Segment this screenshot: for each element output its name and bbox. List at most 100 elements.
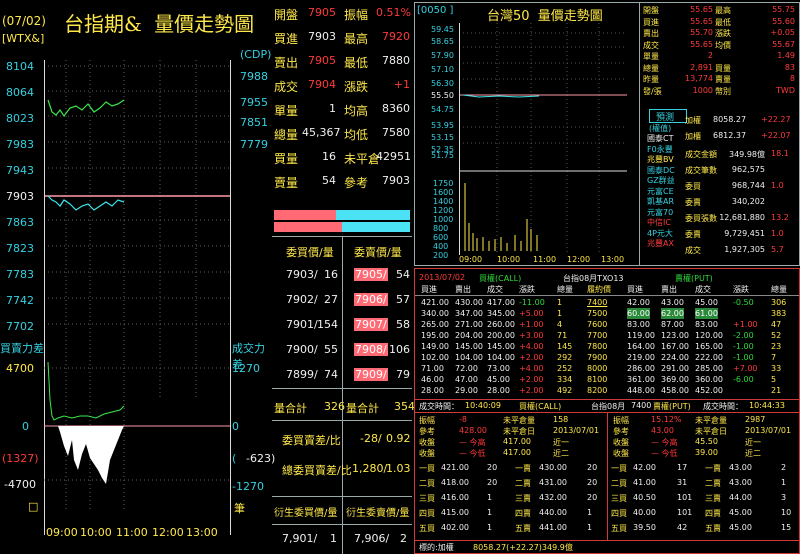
stat-value: 1,927,305 [724, 245, 765, 254]
call-book-cell: 20 [487, 463, 498, 472]
bid-sum-label: 量合計 [274, 402, 307, 415]
put-book-cell: 43.00 [729, 463, 752, 472]
put-book-cell: 45.00 [729, 508, 752, 517]
forecast-label: 預測 [656, 113, 675, 123]
bid-header: 委買價/量 [286, 246, 334, 259]
quote-bar-2b [342, 222, 410, 232]
tw50-info-label: 昨量 [643, 75, 659, 84]
forecast-button[interactable]: 預測 [649, 109, 687, 123]
options-cell: 1 [557, 309, 563, 318]
price-tick: 7863 [6, 216, 34, 229]
call-info-d: 近一 [553, 438, 569, 447]
tw50-price-tick: 53.15 [431, 133, 454, 142]
options-cell: +2.00 [519, 375, 544, 384]
options-cell: +4.00 [519, 364, 544, 373]
bid-price: 7901/ [286, 318, 318, 331]
quote-value: 7904 [308, 78, 336, 91]
options-cell: 83.00 [695, 320, 718, 329]
bid-qty: 74 [324, 368, 338, 381]
call-book-cell: 1 [487, 523, 493, 532]
deriv-bid-qty: 1 [330, 532, 337, 545]
options-row[interactable]: 71.00 72.00 73.00 +4.00 252 8000 286.00 291.00 2… [415, 363, 799, 374]
tw50-plot [459, 23, 627, 255]
options-cell: 8000 [587, 364, 608, 373]
options-row[interactable]: 149.00 145.00 145.00 +4.00 145 7800 164.00 167.… [415, 341, 799, 352]
put-info-c: 未平倉量 [695, 416, 727, 425]
options-row[interactable]: 46.00 47.00 45.00 +2.00 334 8100 361.00 369.00 3… [415, 374, 799, 385]
underlying-value: 8058.27(+22.27)349.9億 [473, 543, 573, 552]
options-cell: 285.00 [695, 364, 723, 373]
weights-list-item: 凱基AR [647, 197, 675, 206]
options-row[interactable]: 28.00 29.00 28.00 +2.00 492 8200 448.00 458.00 4… [415, 385, 799, 396]
options-cell: 252 [557, 364, 573, 373]
quote-label-2: 漲跌 [344, 80, 369, 94]
options-col-header: 成交 [695, 285, 711, 294]
put-book-cell: 40.00 [633, 508, 656, 517]
bid-price: 7900/ [286, 343, 318, 356]
bid-qty: 154 [317, 318, 338, 331]
ask-price: 7908/ [354, 343, 388, 356]
quote-panel: 開盤 7905 振幅 0.51% 買進 7903 最高 7920 賣出 7905 最低 7880 成交 7… [272, 0, 415, 554]
stat-label: 委買張數 [685, 214, 717, 223]
trade-tick-1270: 1270 [232, 362, 260, 375]
ask-price: 7905/ [354, 268, 388, 281]
call-info-a: 振幅 [419, 416, 435, 425]
ask-sum-label: 量合計 [346, 402, 379, 415]
call-book-cell: 四賣 [515, 509, 531, 518]
call-time-label: 成交時間： [419, 402, 459, 411]
tw50-time-tick: 13:00 [601, 255, 625, 264]
options-row[interactable]: 265.00 271.00 260.00 +1.00 4 7600 83.00 87.00 83… [415, 319, 799, 330]
stat-value: 9,729,451 [724, 229, 765, 238]
quote-label-2: 參考 [344, 176, 369, 190]
call-time-value: 10:40:09 [465, 401, 501, 410]
weighted-change: +22.27 [761, 115, 791, 124]
options-col-header: 總量 [771, 285, 787, 294]
call-info-a: 收盤 [419, 438, 435, 447]
bid-price: 7902/ [286, 293, 318, 306]
force-current-value: (1327) [2, 452, 39, 465]
tw50-volume-tick: 1400 [433, 197, 454, 206]
time-tick: 12:00 [152, 526, 184, 539]
tw50-info-value: 13,774 [685, 74, 713, 83]
put-book-cell: 三買 [611, 494, 627, 503]
options-row[interactable]: 421.00 430.00 417.00 -11.00 1 7400 42.00 43.00 4… [415, 297, 799, 308]
price-tick: 7702 [6, 320, 34, 333]
options-cell: 21 [771, 386, 782, 395]
stat-label: 委賣 [685, 230, 701, 239]
put-info-b: — 今低 [651, 449, 678, 458]
options-row[interactable]: 102.00 104.00 104.00 +2.00 292 7900 219.00 224.… [415, 352, 799, 363]
price-plot [44, 60, 230, 400]
tw50-price-tick: 59.45 [431, 25, 454, 34]
put-book-cell: 三賣 [705, 494, 721, 503]
diff2-a: 1,280/ [352, 462, 388, 475]
put-book-cell: 42.00 [633, 463, 656, 472]
options-cell: 200.00 [487, 331, 515, 340]
tw50-volume-tick: 600 [433, 233, 449, 242]
call-book-cell: 402.00 [441, 523, 469, 532]
tw50-time-tick: 10:00 [497, 255, 521, 264]
tw50-volume-tick: 400 [433, 242, 449, 251]
tw50-info-label: 總量 [643, 63, 659, 73]
weights-list-item: 元富70 [647, 207, 674, 217]
put-info-d: 近一 [745, 438, 761, 447]
put-book-cell: 10 [781, 508, 792, 517]
put-info-d: 2013/07/01 [745, 426, 792, 435]
trade-paren: ( [232, 452, 237, 465]
force-area [58, 426, 124, 484]
options-cell: 87.00 [661, 320, 684, 329]
tw50-info-value-2: 1.49 [777, 51, 795, 60]
tw50-info-label: 開盤 [643, 6, 659, 15]
weights-list-item: 中信IC [647, 218, 671, 227]
stat-value: 12,681,880 [719, 213, 765, 222]
options-cell: 340.00 [421, 309, 449, 318]
tw50-info-value: 55.70 [690, 28, 713, 37]
options-cell: 46.00 [421, 375, 444, 384]
force-tick-0: 0 [22, 420, 29, 433]
avg-price-line [47, 195, 125, 211]
unit-label: 筆 [234, 502, 245, 515]
ask-qty: 58 [396, 318, 410, 331]
options-cell: 8200 [587, 386, 608, 395]
options-row[interactable]: 340.00 347.00 345.00 +5.00 1 7500 60.00 62.00 61… [415, 308, 799, 319]
options-row[interactable]: 195.00 204.00 200.00 +3.00 71 7700 119.00 123.0… [415, 330, 799, 341]
options-cell: 204.00 [455, 331, 483, 340]
